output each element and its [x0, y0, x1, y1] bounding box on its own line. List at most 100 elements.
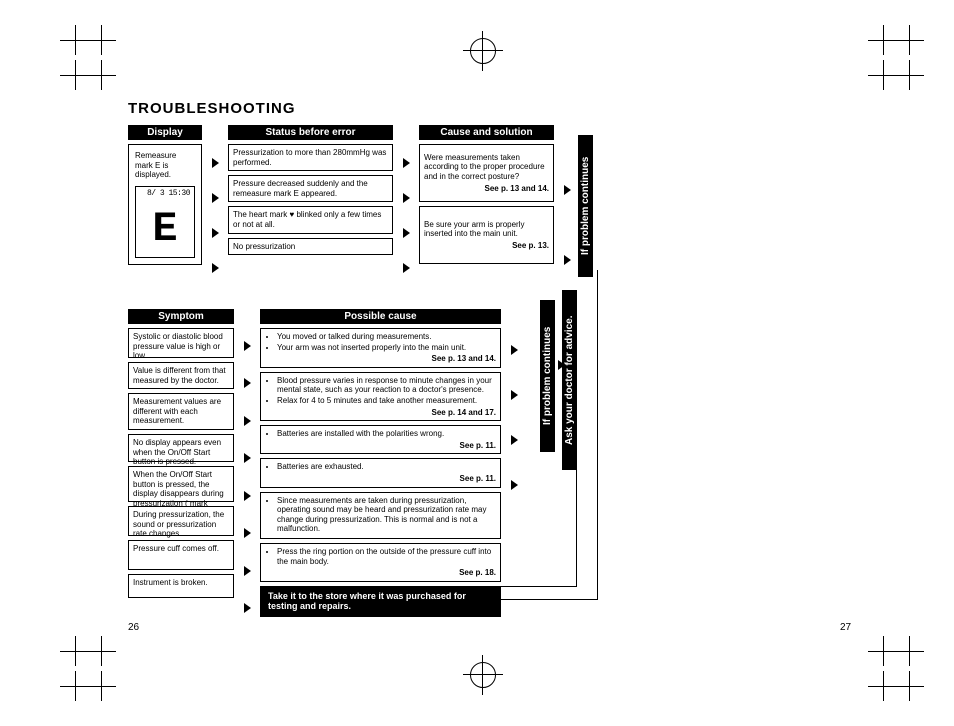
- cropmark-icon: [894, 671, 924, 701]
- arrow-right-icon: [244, 528, 251, 538]
- arrow-right-icon: [511, 435, 518, 445]
- status-item: No pressurization: [228, 238, 393, 256]
- cropmark-icon: [894, 60, 924, 90]
- possible-item: Batteries are exhausted. See p. 11.: [260, 458, 501, 487]
- bullet: Batteries are exhausted.: [277, 462, 496, 472]
- bullet: Press the ring portion on the outside of…: [277, 547, 496, 566]
- section-display-error: Display Remeasure mark E is displayed. 8…: [128, 125, 608, 295]
- possible-item: You moved or talked during measurements.…: [260, 328, 501, 368]
- arrow-right-icon: [403, 228, 410, 238]
- registration-icon: [470, 662, 496, 688]
- page-number-left: 26: [128, 622, 139, 633]
- connector-line: [597, 270, 598, 600]
- vlabel-ask-doctor: Ask your doctor for advice.: [562, 290, 577, 470]
- arrow-right-icon: [564, 185, 571, 195]
- manual-page: TROUBLESHOOTING Display Remeasure mark E…: [0, 0, 954, 726]
- arrow-right-icon: [403, 193, 410, 203]
- lcd-screen: 8/ 3 15:30 E: [135, 186, 195, 258]
- arrow-right-icon: [244, 378, 251, 388]
- cropmark-icon: [86, 636, 116, 666]
- possible-item: Batteries are installed with the polarit…: [260, 425, 501, 454]
- page-ref: See p. 14 and 17.: [265, 408, 496, 418]
- status-column: Status before error Pressurization to mo…: [228, 125, 393, 255]
- symptom-item: Instrument is broken.: [128, 574, 234, 598]
- display-column: Display Remeasure mark E is displayed. 8…: [128, 125, 202, 265]
- section-symptom-cause: Symptom Systolic or diastolic blood pres…: [128, 309, 608, 627]
- arrow-right-icon: [564, 255, 571, 265]
- lcd-caption: Remeasure mark E is displayed.: [135, 151, 195, 180]
- page-title: TROUBLESHOOTING: [128, 100, 608, 117]
- cause-item: Were measurements taken according to the…: [419, 144, 554, 202]
- status-item: The heart mark ♥ blinked only a few time…: [228, 206, 393, 233]
- connector-line: [501, 599, 597, 600]
- arrow-right-icon: [212, 228, 219, 238]
- page-number-right: 27: [840, 622, 851, 633]
- possible-item: Blood pressure varies in response to min…: [260, 372, 501, 421]
- registration-icon: [470, 38, 496, 64]
- cropmark-icon: [868, 60, 898, 90]
- symptom-item: Value is different from that measured by…: [128, 362, 234, 389]
- symptom-item: No display appears even when the On/Off …: [128, 434, 234, 462]
- arrow-right-icon: [244, 491, 251, 501]
- possible-item: Since measurements are taken during pres…: [260, 492, 501, 539]
- bullet: You moved or talked during measurements.: [277, 332, 496, 342]
- status-item: Pressure decreased suddenly and the reme…: [228, 175, 393, 202]
- symptom-item: Measurement values are different with ea…: [128, 393, 234, 430]
- take-to-store: Take it to the store where it was purcha…: [260, 586, 501, 618]
- page-ref: See p. 11.: [265, 474, 496, 484]
- arrow-right-icon: [212, 193, 219, 203]
- bullet: Relax for 4 to 5 minutes and take anothe…: [277, 396, 496, 406]
- arrow-right-icon: [403, 263, 410, 273]
- arrow-right-icon: [244, 453, 251, 463]
- connector-line: [576, 462, 577, 587]
- arrow-right-icon: [244, 341, 251, 351]
- symptom-item: When the On/Off Start button is pressed,…: [128, 466, 234, 502]
- page-ref: See p. 13 and 14.: [265, 354, 496, 364]
- cause-text: Be sure your arm is properly inserted in…: [424, 220, 549, 239]
- header-cause: Cause and solution: [419, 125, 554, 140]
- arrow-right-icon: [212, 263, 219, 273]
- cause-item: Be sure your arm is properly inserted in…: [419, 206, 554, 264]
- header-possible: Possible cause: [260, 309, 501, 324]
- page-ref: See p. 13 and 14.: [424, 184, 549, 194]
- header-symptom: Symptom: [128, 309, 234, 324]
- cropmark-icon: [894, 25, 924, 55]
- arrow-right-icon: [244, 603, 251, 613]
- arrow-right-icon: [244, 416, 251, 426]
- status-item: Pressurization to more than 280mmHg was …: [228, 144, 393, 171]
- arrow-right-icon: [511, 480, 518, 490]
- vlabel-continues: If problem continues: [540, 300, 555, 452]
- page-ref: See p. 11.: [265, 441, 496, 451]
- possible-column: Possible cause You moved or talked durin…: [260, 309, 501, 627]
- cropmark-icon: [86, 60, 116, 90]
- bullet: Blood pressure varies in response to min…: [277, 376, 496, 395]
- lcd-error-mark: E: [136, 198, 194, 260]
- possible-item: Press the ring portion on the outside of…: [260, 543, 501, 582]
- arrow-right-icon: [244, 566, 251, 576]
- bullet: Your arm was not inserted properly into …: [277, 343, 496, 353]
- lcd-box: Remeasure mark E is displayed. 8/ 3 15:3…: [128, 144, 202, 265]
- cropmark-icon: [868, 636, 898, 666]
- lcd-time: 8/ 3 15:30: [136, 187, 194, 198]
- symptom-item: Pressure cuff comes off.: [128, 540, 234, 570]
- page-ref: See p. 13.: [424, 241, 549, 251]
- arrow-right-icon: [212, 158, 219, 168]
- page-ref: See p. 18.: [265, 568, 496, 578]
- arrow-right-icon: [511, 390, 518, 400]
- header-display: Display: [128, 125, 202, 140]
- header-status: Status before error: [228, 125, 393, 140]
- cause-text: Were measurements taken according to the…: [424, 153, 549, 182]
- bullet: Batteries are installed with the polarit…: [277, 429, 496, 439]
- arrow-right-icon: [403, 158, 410, 168]
- bullet: Since measurements are taken during pres…: [277, 496, 496, 534]
- cropmark-icon: [86, 25, 116, 55]
- cropmark-icon: [868, 25, 898, 55]
- arrow-right-icon: [511, 345, 518, 355]
- symptom-column: Symptom Systolic or diastolic blood pres…: [128, 309, 234, 627]
- symptom-item: Systolic or diastolic blood pressure val…: [128, 328, 234, 358]
- arrow-right-icon: [558, 360, 565, 370]
- cause-column: Cause and solution Were measurements tak…: [419, 125, 554, 264]
- cropmark-icon: [894, 636, 924, 666]
- vlabel-continues: If problem continues: [578, 135, 593, 277]
- connector-line: [501, 586, 576, 587]
